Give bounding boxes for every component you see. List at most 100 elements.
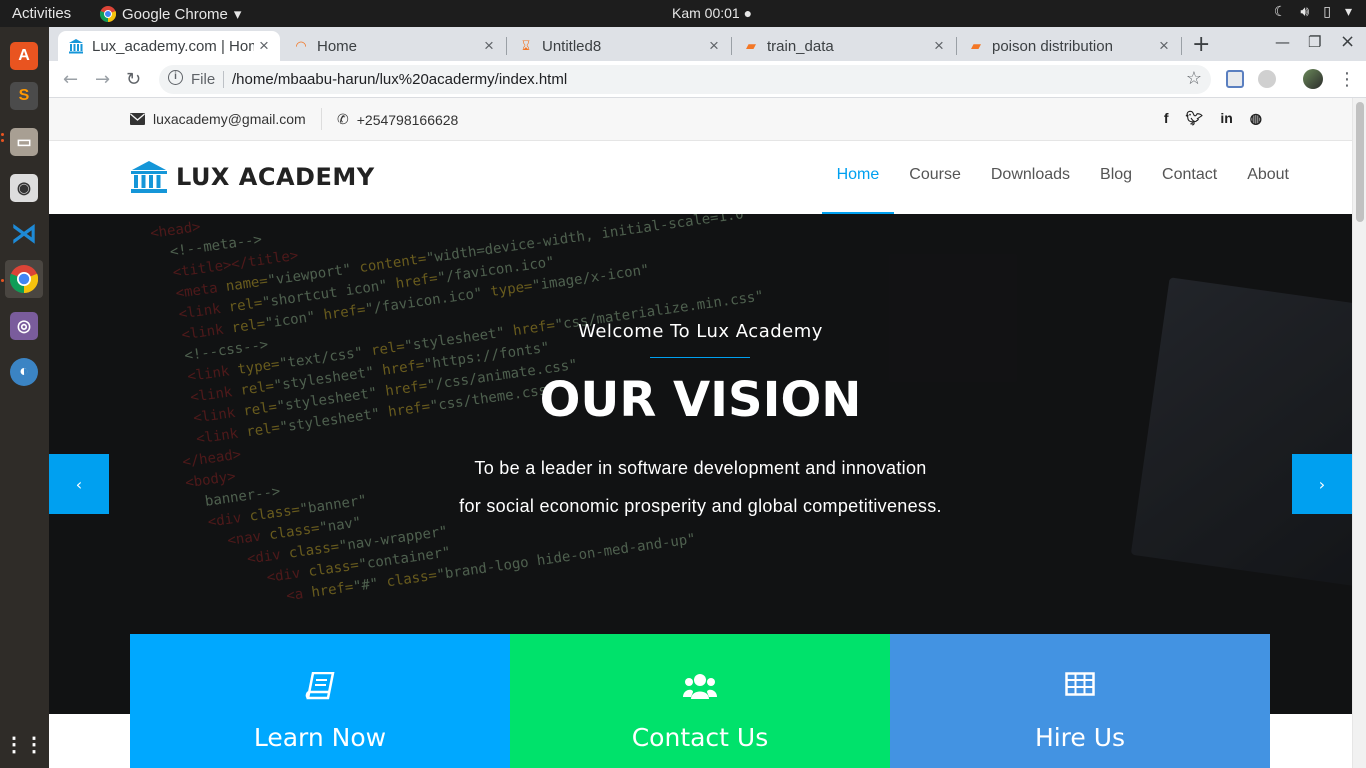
menu-item-downloads[interactable]: Downloads [976, 141, 1085, 214]
close-icon[interactable]: × [1154, 36, 1174, 56]
webcam-icon: ◎ [10, 312, 38, 340]
brand-name: LUX ACADEMY [176, 163, 375, 191]
system-tray[interactable]: ☾ 🔊︎ ▯ ▾ [1274, 4, 1352, 20]
back-button[interactable]: ← [63, 69, 78, 90]
menu-item-home[interactable]: Home [821, 141, 895, 214]
menu-kebab-icon[interactable]: ⋮ [1338, 69, 1356, 90]
dock-screenshot[interactable]: ◉ [5, 169, 43, 207]
dock-files[interactable]: ▭ [5, 123, 43, 161]
page-scrollbar[interactable] [1352, 98, 1366, 768]
info-icon[interactable]: i [168, 70, 183, 85]
menu-item-course[interactable]: Course [894, 141, 976, 214]
new-tab-button[interactable]: + [1192, 32, 1210, 57]
activities-button[interactable]: Activities [12, 5, 71, 22]
contact-phone[interactable]: ✆ +254798166628 [337, 111, 458, 128]
battery-icon: ▯ [1323, 4, 1331, 20]
feature-boxes: Learn Now Contact Us Hire Us [130, 634, 1270, 768]
close-icon[interactable]: × [929, 36, 949, 56]
vscode-icon: ⋊ [11, 217, 37, 248]
bank-icon [131, 161, 167, 193]
menu-item-blog[interactable]: Blog [1085, 141, 1147, 214]
contact-email[interactable]: luxacademy@gmail.com [130, 111, 306, 127]
notebook-icon: ▰ [746, 38, 756, 53]
tab-poison-distribution[interactable]: ▰ poison distribution × [958, 31, 1180, 61]
menu-item-contact[interactable]: Contact [1147, 141, 1232, 214]
site-navbar: LUX ACADEMY Home Course Downloads Blog C… [49, 141, 1352, 214]
phone-icon: ✆ [337, 111, 349, 127]
dock-disk[interactable]: ◐ [5, 353, 43, 391]
minimize-button[interactable]: — [1275, 33, 1290, 51]
tab-title: poison distribution [992, 37, 1113, 55]
tab-home[interactable]: ◠ Home × [283, 31, 505, 61]
chrome-icon [100, 6, 116, 22]
tab-strip: Lux_academy.com | Home × ◠ Home × ⌛︎ Unt… [49, 27, 1366, 61]
url-scheme: File [191, 71, 216, 88]
tab-title: Untitled8 [542, 37, 602, 55]
tab-untitled8[interactable]: ⌛︎ Untitled8 × [508, 31, 730, 61]
dock-sublime-text[interactable]: S [5, 77, 43, 115]
chevron-down-icon: ▾ [233, 6, 242, 23]
chevron-down-icon: ▾ [1344, 4, 1352, 20]
dock-show-apps[interactable]: ⋮⋮ [4, 725, 44, 763]
maximize-button[interactable]: ❐ [1308, 33, 1321, 51]
tab-title: Home [317, 37, 358, 55]
hero-heading: OUR VISION [539, 372, 862, 428]
tab-train-data[interactable]: ▰ train_data × [733, 31, 955, 61]
opera-extension-icon[interactable] [1258, 70, 1276, 88]
menu-item-about[interactable]: About [1232, 141, 1304, 214]
sublime-text-icon: S [10, 82, 38, 110]
feature-title: Contact Us [631, 723, 769, 752]
camera-icon: ◉ [10, 174, 38, 202]
phone-text: +254798166628 [356, 111, 459, 128]
dock-vscode[interactable]: ⋊ [5, 214, 43, 252]
facebook-icon[interactable]: f [1164, 110, 1169, 127]
social-links: f 🐦︎ in ◍ [1164, 110, 1262, 127]
hero-text-line-2: for social economic prosperity and globa… [459, 496, 942, 516]
users-icon [510, 672, 890, 700]
browser-toolbar: ← → ↻ i File /home/mbaabu-harun/lux%20ac… [49, 61, 1366, 98]
feature-title: Hire Us [1034, 723, 1126, 752]
hero-text-line-1: To be a leader in software development a… [474, 458, 927, 478]
dock: A S ▭ ◉ ⋊ ◎ ◐ ⋮⋮ [0, 27, 49, 768]
book-icon [130, 672, 510, 700]
feature-learn-now[interactable]: Learn Now [130, 634, 510, 768]
system-top-bar: Activities Google Chrome ▾ Kam 00:01 ● ☾… [0, 0, 1366, 27]
site-logo[interactable]: LUX ACADEMY [130, 160, 375, 194]
main-menu: Home Course Downloads Blog Contact About [821, 141, 1304, 214]
close-icon[interactable]: × [704, 36, 724, 56]
dock-cheese[interactable]: ◎ [5, 307, 43, 345]
app-menu[interactable]: Google Chrome ▾ [100, 5, 241, 23]
twitter-icon[interactable]: 🐦︎ [1186, 110, 1204, 127]
feature-contact-us[interactable]: Contact Us [510, 634, 890, 768]
hourglass-icon: ⌛︎ [521, 38, 531, 53]
github-icon[interactable]: ◍ [1250, 110, 1262, 127]
forward-button[interactable]: → [95, 69, 110, 90]
hero-underline [650, 357, 750, 358]
linkedin-icon[interactable]: in [1220, 110, 1232, 127]
slider-prev-button[interactable]: ‹ [49, 454, 109, 514]
app-menu-label: Google Chrome [122, 5, 228, 23]
reload-button[interactable]: ↻ [126, 69, 141, 90]
tab-title: Lux_academy.com | Home [92, 37, 254, 55]
clock[interactable]: Kam 00:01 ● [672, 5, 752, 21]
close-icon[interactable]: × [254, 36, 274, 56]
close-window-button[interactable]: × [1340, 31, 1355, 52]
scrollbar-thumb[interactable] [1356, 102, 1364, 222]
envelope-icon [130, 113, 145, 125]
chevron-right-icon: › [1318, 474, 1326, 494]
slider-next-button[interactable]: › [1292, 454, 1352, 514]
dock-chrome[interactable] [5, 260, 43, 298]
bookmark-star-icon[interactable]: ☆ [1186, 68, 1202, 89]
software-center-icon: A [10, 42, 38, 70]
bank-icon [68, 38, 84, 54]
dock-software-center[interactable]: A [5, 37, 43, 75]
avatar[interactable] [1303, 69, 1323, 89]
close-icon[interactable]: × [479, 36, 499, 56]
tab-lux-academy[interactable]: Lux_academy.com | Home × [58, 31, 280, 61]
feature-hire-us[interactable]: Hire Us [890, 634, 1270, 768]
address-bar[interactable]: i File /home/mbaabu-harun/lux%20acadermy… [159, 65, 1211, 94]
extension-icon[interactable] [1226, 70, 1244, 88]
jupyter-icon: ◠ [295, 38, 307, 53]
notebook-icon: ▰ [971, 38, 981, 53]
disk-icon: ◐ [10, 358, 38, 386]
